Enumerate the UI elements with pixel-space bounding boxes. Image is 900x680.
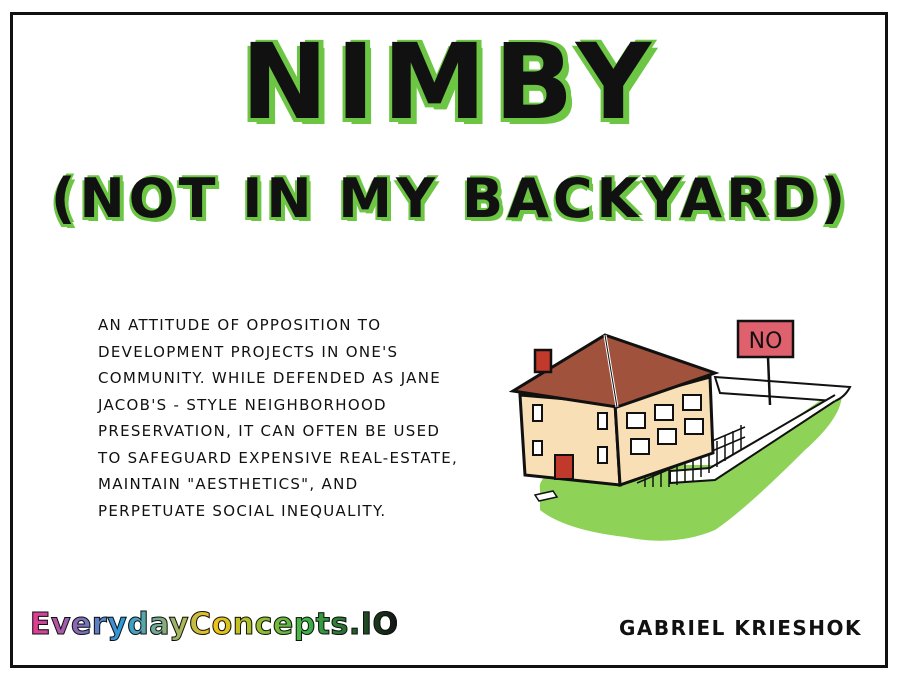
brand-text: EverydayConcepts.IO: [29, 607, 399, 642]
chimney: [533, 348, 553, 374]
page-subtitle: (NOT IN MY BACKYARD): [50, 167, 850, 230]
concept-card: NIMBY (NOT IN MY BACKYARD) An attitude o…: [0, 0, 900, 680]
house-illustration: NO: [508, 319, 852, 541]
author-credit: Gabriel Krieshok: [619, 616, 862, 640]
house-door: [554, 454, 574, 480]
no-sign-text: NO: [749, 329, 783, 354]
brand-logo: EverydayConcepts.IO: [29, 607, 399, 642]
concept-description: An attitude of opposition to development…: [98, 316, 459, 520]
page-title: NIMBY: [240, 21, 660, 143]
sign-post: [766, 356, 772, 406]
